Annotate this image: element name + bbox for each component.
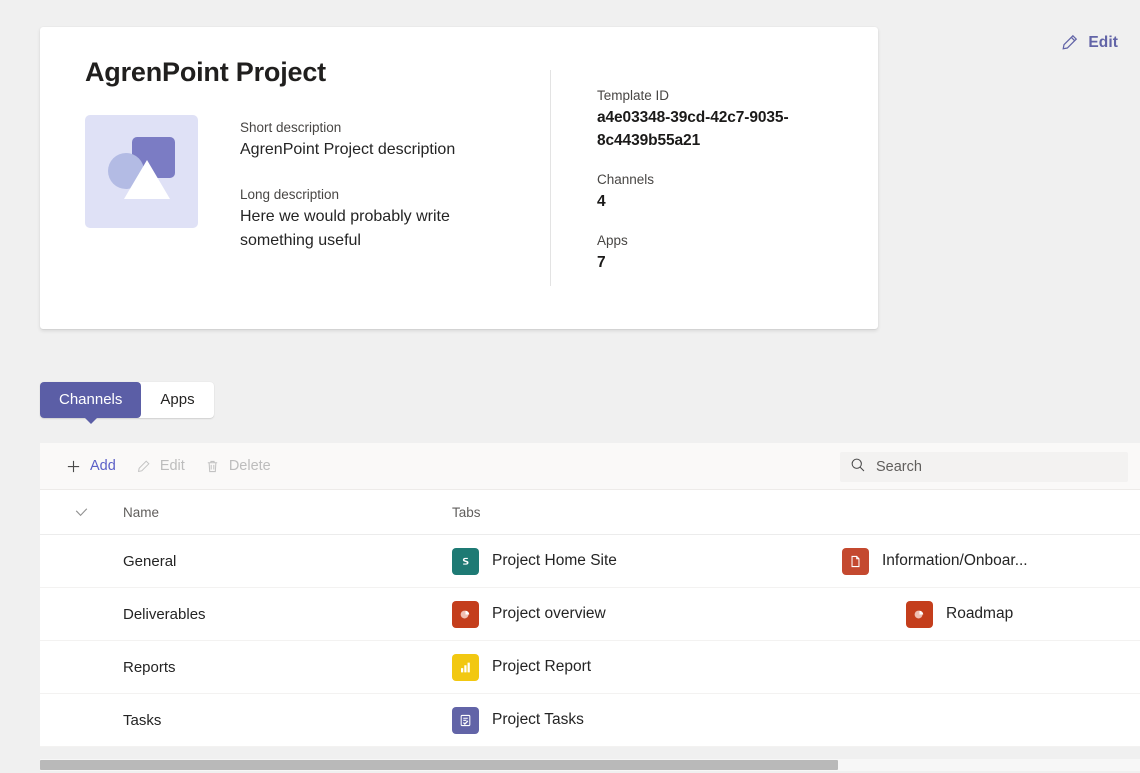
- delete-label: Delete: [229, 458, 271, 474]
- tab-chip-label: Project overview: [492, 605, 606, 623]
- tab-chip[interactable]: Project Report: [452, 654, 842, 681]
- pencil-icon: [1060, 33, 1079, 52]
- add-label: Add: [90, 458, 116, 474]
- horizontal-scrollbar-thumb[interactable]: [40, 760, 838, 770]
- tab-chip-label: Project Home Site: [492, 552, 617, 570]
- trash-icon: [205, 459, 220, 474]
- hero-divider: [550, 70, 551, 286]
- powerbi-icon: [452, 654, 479, 681]
- template-id-label: Template ID: [597, 85, 837, 106]
- channels-value: 4: [597, 190, 837, 213]
- template-metadata: Template ID a4e03348-39cd-42c7-9035-8c44…: [597, 85, 837, 274]
- short-description-value: AgrenPoint Project description: [240, 138, 510, 162]
- powerpoint-icon: [906, 601, 933, 628]
- tab-channels-label: Channels: [59, 391, 122, 408]
- tab-channels[interactable]: Channels: [40, 382, 141, 418]
- tab-chip[interactable]: Project Home Site: [452, 548, 842, 575]
- metadata-apps: Apps 7: [597, 230, 837, 274]
- add-button[interactable]: Add: [56, 450, 126, 483]
- pencil-icon: [136, 459, 151, 474]
- apps-value: 7: [597, 251, 837, 274]
- row-name: Tasks: [122, 712, 452, 729]
- search-icon: [850, 457, 866, 478]
- template-summary-card: AgrenPoint Project Short description Agr…: [40, 27, 878, 329]
- table-header-row: Name Tabs: [40, 490, 1140, 535]
- tab-apps[interactable]: Apps: [141, 382, 213, 418]
- table-row[interactable]: Deliverables Project overview: [40, 588, 1140, 641]
- tab-chip-label: Project Tasks: [492, 711, 584, 729]
- row-name: Reports: [122, 659, 452, 676]
- placeholder-image-icon: [85, 115, 198, 228]
- tab-chip[interactable]: Project overview: [452, 601, 842, 628]
- pdf-icon: [842, 548, 869, 575]
- table-row[interactable]: General Project Home Site Information/O: [40, 535, 1140, 588]
- column-header-name[interactable]: Name: [122, 505, 452, 520]
- tab-chip-label: Roadmap: [946, 605, 1013, 623]
- plus-icon: [66, 459, 81, 474]
- row-tabs: Project Home Site Information/Onboar...: [452, 548, 1140, 575]
- channels-label: Channels: [597, 169, 837, 190]
- tab-chip-label: Project Report: [492, 658, 591, 676]
- column-header-tabs[interactable]: Tabs: [452, 505, 1140, 520]
- channels-table: Name Tabs General Project Home Site: [40, 490, 1140, 747]
- table-row[interactable]: Reports Project Report: [40, 641, 1140, 694]
- page-title: AgrenPoint Project: [85, 57, 326, 88]
- short-description-label: Short description: [240, 117, 510, 138]
- row-tabs: Project overview Roadmap: [452, 601, 1140, 628]
- table-row[interactable]: Tasks Project Tasks: [40, 694, 1140, 747]
- select-all-cell[interactable]: [40, 504, 122, 521]
- sharepoint-icon: [452, 548, 479, 575]
- tab-chip[interactable]: Roadmap: [842, 601, 1140, 628]
- long-description-label: Long description: [240, 184, 510, 205]
- long-description-value: Here we would probably write something u…: [240, 205, 510, 253]
- tab-chip[interactable]: Project Tasks: [452, 707, 842, 734]
- template-id-value: a4e03348-39cd-42c7-9035-8c4439b55a21: [597, 106, 837, 152]
- tab-chip[interactable]: Information/Onboar...: [842, 548, 1140, 575]
- description-group: Short description AgrenPoint Project des…: [240, 115, 510, 253]
- page-edit-label: Edit: [1088, 34, 1118, 52]
- apps-label: Apps: [597, 230, 837, 251]
- tab-chip-label: Information/Onboar...: [882, 552, 1028, 570]
- search-input[interactable]: [876, 459, 1118, 475]
- metadata-channels: Channels 4: [597, 169, 837, 213]
- powerpoint-icon: [452, 601, 479, 628]
- edit-button: Edit: [126, 450, 195, 483]
- checkmark-icon: [73, 504, 90, 521]
- row-name: General: [122, 553, 452, 570]
- search-box[interactable]: [840, 452, 1128, 482]
- metadata-template-id: Template ID a4e03348-39cd-42c7-9035-8c44…: [597, 85, 837, 152]
- page-edit-button[interactable]: Edit: [1060, 33, 1118, 52]
- tab-apps-label: Apps: [160, 391, 194, 408]
- row-tabs: Project Tasks: [452, 707, 1140, 734]
- edit-label: Edit: [160, 458, 185, 474]
- delete-button: Delete: [195, 450, 281, 483]
- row-tabs: Project Report: [452, 654, 1140, 681]
- view-tabs: Channels Apps: [40, 382, 214, 418]
- planner-icon: [452, 707, 479, 734]
- row-name: Deliverables: [122, 606, 452, 623]
